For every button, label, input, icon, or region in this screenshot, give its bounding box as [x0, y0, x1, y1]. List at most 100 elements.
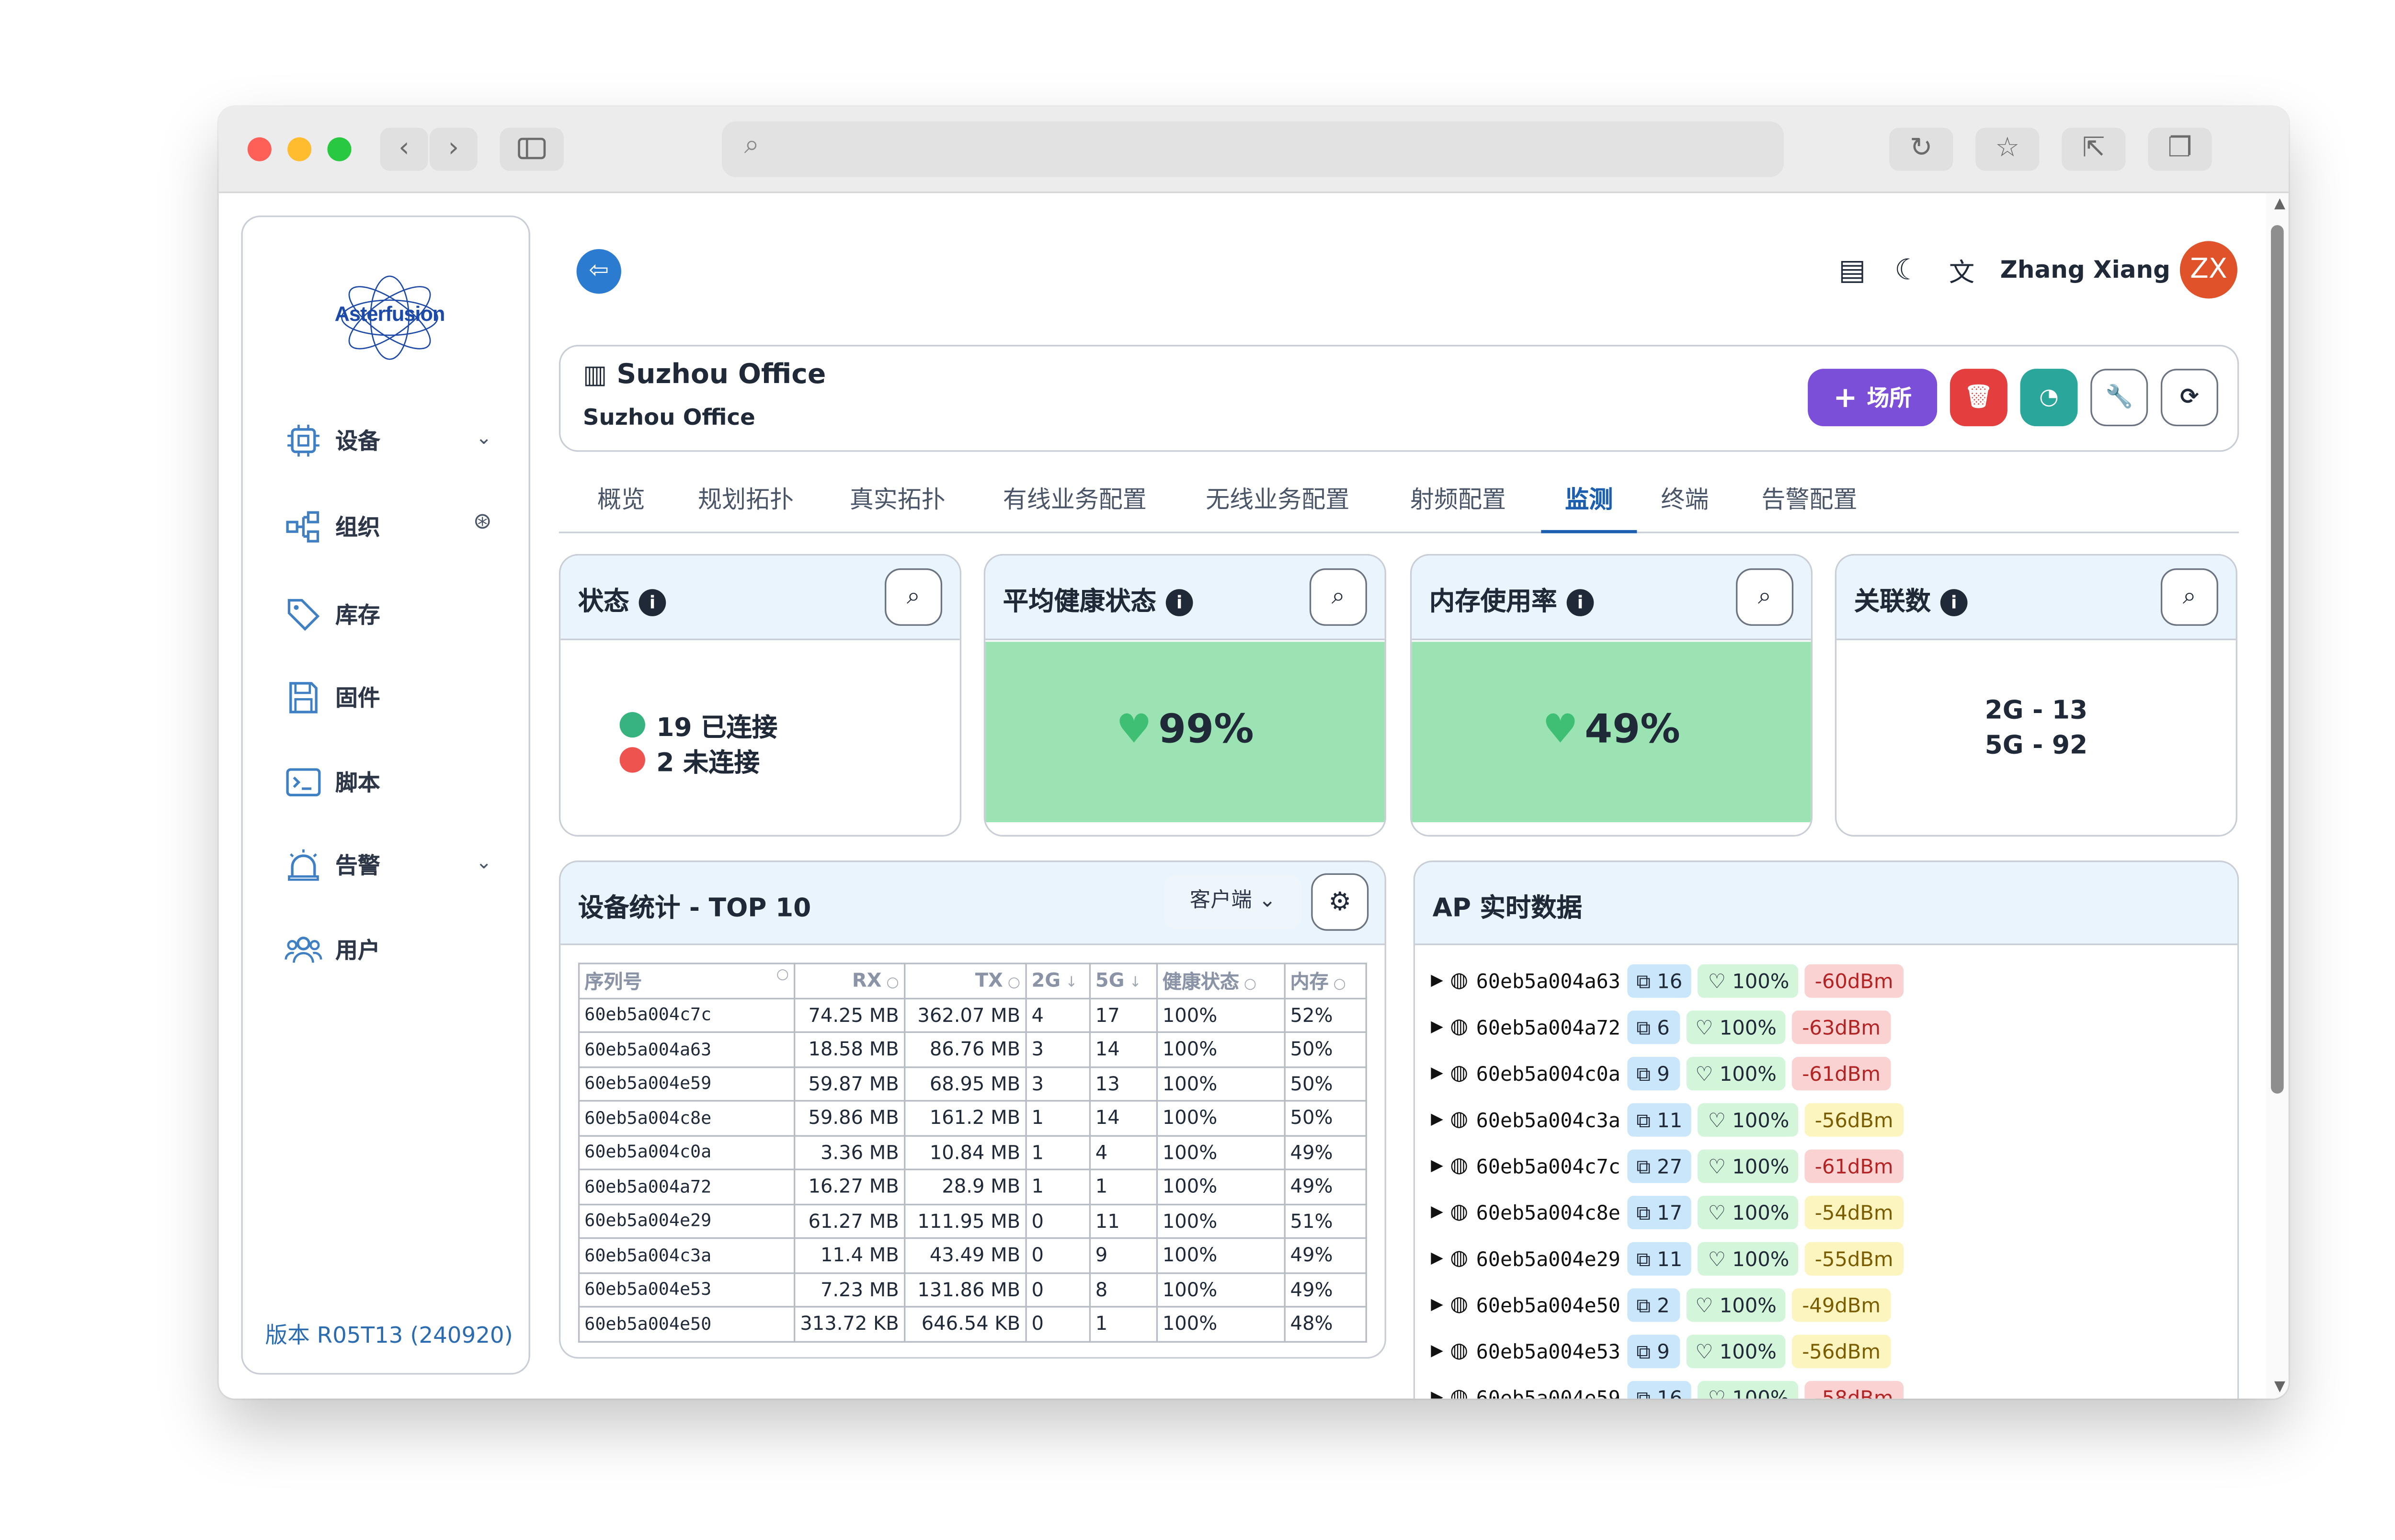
- scrollbar[interactable]: ▲ ▼: [2266, 193, 2289, 1399]
- bookmark-button[interactable]: ☆: [1975, 127, 2040, 171]
- minimize-window-button[interactable]: [287, 137, 312, 161]
- sidebar-item-devices[interactable]: 设备 ⌄: [284, 415, 492, 466]
- column-header[interactable]: 序列号 ○: [578, 962, 796, 999]
- expand-caret-icon[interactable]: ▶: [1431, 1110, 1450, 1128]
- share-button[interactable]: ⇱: [2062, 127, 2126, 171]
- ap-row[interactable]: ▶ ◍ 60eb5a004c0a ⧉ 9 ♡ 100% -61dBm: [1431, 1055, 1896, 1090]
- sidebar-item-firmware[interactable]: 固件: [284, 672, 491, 724]
- expand-caret-icon[interactable]: ▶: [1431, 1064, 1450, 1082]
- tab-wired-config[interactable]: 有线业务配置: [1003, 482, 1147, 533]
- translate-icon[interactable]: 文: [1949, 250, 1974, 289]
- chevron-down-icon[interactable]: ⌄: [476, 851, 492, 873]
- table-cell: 60eb5a004a63: [578, 1031, 796, 1067]
- sidebar-item-alarms[interactable]: 告警 ⌄: [284, 840, 492, 891]
- table-row[interactable]: 60eb5a004c7c 74.25 MB 362.07 MB 4 17 100% 52%: [578, 997, 1367, 1033]
- table-row[interactable]: 60eb5a004a72 16.27 MB 28.9 MB 1 1 100% 49%: [578, 1168, 1367, 1205]
- search-button[interactable]: ⌕: [885, 568, 943, 626]
- column-header[interactable]: TX ○: [903, 962, 1027, 999]
- search-button[interactable]: ⌕: [1309, 568, 1367, 626]
- ap-row[interactable]: ▶ ◍ 60eb5a004a72 ⧉ 6 ♡ 100% -63dBm: [1431, 1009, 1896, 1044]
- expand-caret-icon[interactable]: ▶: [1431, 972, 1450, 989]
- delete-button[interactable]: 🗑: [1950, 369, 2007, 427]
- table-settings-button[interactable]: ⚙: [1311, 873, 1369, 931]
- user-name[interactable]: Zhang Xiang: [2000, 255, 2170, 284]
- maximize-window-button[interactable]: [327, 137, 352, 161]
- search-button[interactable]: ⌕: [2160, 568, 2218, 626]
- scrollbar-thumb[interactable]: [2270, 225, 2284, 1094]
- tab-overview[interactable]: 概览: [597, 482, 645, 533]
- ap-row[interactable]: ▶ ◍ 60eb5a004c7c ⧉ 27 ♡ 100% -61dBm: [1431, 1148, 1909, 1183]
- expand-caret-icon[interactable]: ▶: [1431, 1249, 1450, 1267]
- tabs-button[interactable]: ❐: [2148, 127, 2212, 171]
- column-header[interactable]: 2G ↓: [1025, 962, 1091, 999]
- collapse-sidebar-button[interactable]: ⇦: [576, 249, 621, 294]
- ap-row[interactable]: ▶ ◍ 60eb5a004c8e ⧉ 17 ♡ 100% -54dBm: [1431, 1194, 1909, 1229]
- table-row[interactable]: 60eb5a004e29 61.27 MB 111.95 MB 0 11 100% 51%: [578, 1203, 1367, 1239]
- tab-monitoring[interactable]: 监测: [1541, 482, 1637, 533]
- info-icon[interactable]: i: [1940, 589, 1968, 616]
- heart-outline-icon: ♡: [1708, 1107, 1733, 1132]
- ap-row[interactable]: ▶ ◍ 60eb5a004e59 ⧉ 16 ♡ 100% -58dBm: [1431, 1380, 1909, 1399]
- add-site-button[interactable]: + 场所: [1808, 369, 1938, 427]
- ap-mac: 60eb5a004c3a: [1476, 1107, 1620, 1132]
- close-window-button[interactable]: [247, 137, 272, 161]
- sidebar-item-organization[interactable]: 组织 ⊛: [284, 501, 492, 553]
- scroll-up-arrow[interactable]: ▲: [2274, 196, 2285, 212]
- chevron-down-icon[interactable]: ⌄: [476, 426, 492, 449]
- forward-nav-button[interactable]: ›: [429, 127, 478, 171]
- metric-select[interactable]: 客户端 ⌄: [1164, 875, 1302, 929]
- sidebar-toggle-button[interactable]: [500, 127, 564, 171]
- sidebar-item-users[interactable]: 用户: [284, 924, 491, 975]
- sidebar-item-inventory[interactable]: 库存: [284, 589, 491, 640]
- expand-caret-icon[interactable]: ▶: [1431, 1018, 1450, 1035]
- tab-clients[interactable]: 终端: [1661, 482, 1709, 533]
- table-row[interactable]: 60eb5a004e53 7.23 MB 131.86 MB 0 8 100% 49%: [578, 1271, 1367, 1308]
- column-header[interactable]: 内存 ○: [1284, 962, 1367, 999]
- tab-rf-config[interactable]: 射频配置: [1410, 482, 1506, 533]
- ap-row[interactable]: ▶ ◍ 60eb5a004e53 ⧉ 9 ♡ 100% -56dBm: [1431, 1333, 1896, 1368]
- ap-row[interactable]: ▶ ◍ 60eb5a004e29 ⧉ 11 ♡ 100% -55dBm: [1431, 1241, 1909, 1276]
- dashboard-button[interactable]: ◔: [2020, 369, 2078, 427]
- scroll-down-arrow[interactable]: ▼: [2274, 1380, 2285, 1395]
- table-cell: 61.27 MB: [794, 1203, 906, 1239]
- avatar[interactable]: ZX: [2179, 241, 2237, 299]
- map-icon[interactable]: ▤: [1838, 253, 1866, 286]
- column-header[interactable]: 5G ↓: [1089, 962, 1158, 999]
- tab-real-topology[interactable]: 真实拓扑: [850, 482, 946, 533]
- assoc-5g: 5G - 92: [1984, 729, 2088, 760]
- expand-caret-icon[interactable]: ▶: [1431, 1156, 1450, 1174]
- ap-row[interactable]: ▶ ◍ 60eb5a004a63 ⧉ 16 ♡ 100% -60dBm: [1431, 962, 1909, 997]
- sidebar-item-scripts[interactable]: 脚本: [284, 757, 491, 808]
- ap-mac: 60eb5a004e59: [1476, 1385, 1620, 1399]
- search-button[interactable]: ⌕: [1736, 568, 1794, 626]
- table-cell: 8: [1089, 1271, 1158, 1308]
- table-row[interactable]: 60eb5a004c8e 59.86 MB 161.2 MB 1 14 100% 50%: [578, 1100, 1367, 1136]
- refresh-button[interactable]: ⟳: [2160, 369, 2218, 427]
- expand-caret-icon[interactable]: ▶: [1431, 1203, 1450, 1221]
- ap-row[interactable]: ▶ ◍ 60eb5a004e50 ⧉ 2 ♡ 100% -49dBm: [1431, 1287, 1896, 1322]
- column-header[interactable]: RX ○: [794, 962, 906, 999]
- expand-caret-icon[interactable]: ▶: [1431, 1388, 1450, 1399]
- table-row[interactable]: 60eb5a004a63 18.58 MB 86.76 MB 3 14 100% 50%: [578, 1031, 1367, 1067]
- expand-caret-icon[interactable]: ▶: [1431, 1342, 1450, 1359]
- table-row[interactable]: 60eb5a004c0a 3.36 MB 10.84 MB 1 4 100% 49%: [578, 1134, 1367, 1170]
- tab-planned-topology[interactable]: 规划拓扑: [698, 482, 794, 533]
- reload-button[interactable]: ↻: [1889, 127, 1953, 171]
- table-row[interactable]: 60eb5a004e59 59.87 MB 68.95 MB 3 13 100% 50%: [578, 1065, 1367, 1102]
- back-nav-button[interactable]: ‹: [380, 127, 428, 171]
- arrow-circle-right-icon[interactable]: ⊛: [473, 510, 492, 535]
- column-header[interactable]: 健康状态 ○: [1156, 962, 1286, 999]
- tab-alarm-config[interactable]: 告警配置: [1761, 482, 1857, 533]
- info-icon[interactable]: i: [639, 589, 666, 616]
- ap-row[interactable]: ▶ ◍ 60eb5a004c3a ⧉ 11 ♡ 100% -56dBm: [1431, 1101, 1909, 1136]
- address-bar[interactable]: ⌕: [721, 121, 1784, 178]
- info-icon[interactable]: i: [1566, 589, 1594, 616]
- table-row[interactable]: 60eb5a004c3a 11.4 MB 43.49 MB 0 9 100% 49%: [578, 1237, 1367, 1273]
- info-icon[interactable]: i: [1165, 589, 1193, 616]
- moon-icon[interactable]: ☾: [1894, 253, 1920, 286]
- settings-button[interactable]: 🔧: [2090, 369, 2148, 427]
- table-cell: 60eb5a004c7c: [578, 997, 796, 1033]
- table-row[interactable]: 60eb5a004e50 313.72 KB 646.54 KB 0 1 100% 48%: [578, 1306, 1367, 1342]
- tab-wireless-config[interactable]: 无线业务配置: [1206, 482, 1349, 533]
- expand-caret-icon[interactable]: ▶: [1431, 1296, 1450, 1314]
